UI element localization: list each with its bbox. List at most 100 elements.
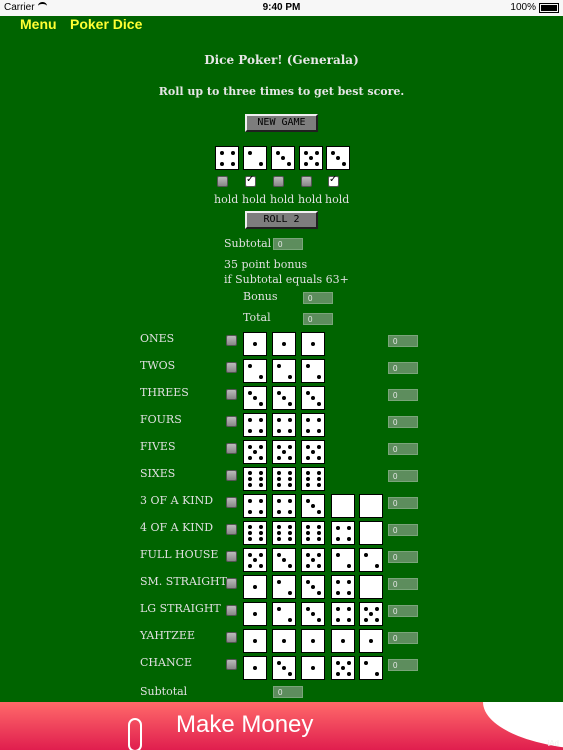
die-pip (258, 428, 263, 433)
category-score-field: 0 (388, 497, 418, 509)
bonus-label: Bonus (243, 290, 278, 303)
category-die[interactable] (243, 494, 267, 518)
die-pip (341, 666, 345, 670)
category-score-field: 0 (388, 632, 418, 644)
category-die[interactable] (272, 386, 296, 410)
die-pip (314, 161, 319, 166)
category-die[interactable] (243, 656, 267, 680)
roll-die-1[interactable] (215, 146, 239, 170)
category-die[interactable] (272, 440, 296, 464)
category-die[interactable] (331, 575, 355, 599)
category-die[interactable] (359, 629, 383, 653)
category-checkbox[interactable] (226, 362, 237, 373)
category-die[interactable] (272, 548, 296, 572)
category-die[interactable] (243, 467, 267, 491)
die-pip (282, 666, 286, 670)
category-checkbox[interactable] (226, 335, 237, 346)
category-die[interactable] (272, 332, 296, 356)
category-label: FOURS (140, 413, 182, 426)
category-die[interactable] (272, 575, 296, 599)
category-die[interactable] (331, 548, 355, 572)
category-die[interactable] (272, 359, 296, 383)
category-die[interactable] (272, 629, 296, 653)
category-die[interactable] (301, 440, 325, 464)
die-pip (276, 531, 281, 535)
new-game-button[interactable]: NEW GAME (245, 114, 318, 132)
category-die[interactable] (243, 602, 267, 626)
category-die[interactable] (359, 575, 383, 599)
category-die[interactable] (331, 656, 355, 680)
die-pip (258, 509, 263, 514)
die-pip (363, 552, 368, 557)
category-die[interactable] (301, 521, 325, 545)
category-die[interactable] (359, 602, 383, 626)
category-die[interactable] (301, 575, 325, 599)
die-pip (316, 428, 321, 433)
category-die[interactable] (301, 413, 325, 437)
category-checkbox[interactable] (226, 416, 237, 427)
category-checkbox[interactable] (226, 524, 237, 535)
category-die[interactable] (301, 629, 325, 653)
category-die[interactable] (272, 521, 296, 545)
hold-checkbox-4[interactable] (301, 176, 312, 187)
category-die[interactable] (243, 440, 267, 464)
hold-checkbox-2[interactable] (245, 174, 256, 187)
hold-checkbox-1[interactable] (217, 176, 228, 187)
category-die[interactable] (301, 494, 325, 518)
roll-die-3[interactable] (271, 146, 295, 170)
category-die[interactable] (331, 602, 355, 626)
category-checkbox[interactable] (226, 470, 237, 481)
category-checkbox[interactable] (226, 605, 237, 616)
category-die[interactable] (301, 332, 325, 356)
category-die[interactable] (243, 629, 267, 653)
menu-button[interactable]: Menu (20, 16, 57, 32)
ad-banner[interactable]: Make Money iAd (0, 702, 563, 750)
category-die[interactable] (301, 386, 325, 410)
category-die[interactable] (243, 521, 267, 545)
category-die[interactable] (301, 467, 325, 491)
poker-dice-button[interactable]: Poker Dice (70, 16, 142, 32)
category-die[interactable] (331, 629, 355, 653)
category-die[interactable] (243, 575, 267, 599)
category-checkbox[interactable] (226, 551, 237, 562)
die-pip (303, 150, 308, 155)
roll-die-4[interactable] (299, 146, 323, 170)
category-die[interactable] (243, 413, 267, 437)
die-pip (247, 563, 252, 568)
roll-die-2[interactable] (243, 146, 267, 170)
category-die[interactable] (272, 494, 296, 518)
category-checkbox[interactable] (226, 659, 237, 670)
category-die[interactable] (243, 359, 267, 383)
category-die[interactable] (331, 521, 355, 545)
die-pip (258, 498, 263, 503)
category-die[interactable] (301, 602, 325, 626)
roll-button[interactable]: ROLL 2 (245, 211, 318, 229)
category-checkbox[interactable] (226, 497, 237, 508)
category-die[interactable] (272, 656, 296, 680)
category-checkbox[interactable] (226, 632, 237, 643)
die-pip (311, 342, 315, 346)
category-checkbox[interactable] (226, 443, 237, 454)
category-die[interactable] (359, 656, 383, 680)
category-die[interactable] (359, 494, 383, 518)
die-pip (276, 606, 281, 611)
category-die[interactable] (243, 332, 267, 356)
hold-checkbox-5[interactable] (328, 174, 339, 187)
category-die[interactable] (243, 548, 267, 572)
category-die[interactable] (359, 521, 383, 545)
category-die[interactable] (272, 413, 296, 437)
category-die[interactable] (359, 548, 383, 572)
category-die[interactable] (301, 656, 325, 680)
category-die[interactable] (272, 467, 296, 491)
category-checkbox[interactable] (226, 389, 237, 400)
category-checkbox[interactable] (226, 578, 237, 589)
category-die[interactable] (243, 386, 267, 410)
category-die[interactable] (331, 494, 355, 518)
die-pip (335, 525, 340, 530)
die-pip (247, 537, 252, 542)
category-die[interactable] (272, 602, 296, 626)
roll-die-5[interactable] (326, 146, 350, 170)
hold-checkbox-3[interactable] (273, 176, 284, 187)
category-die[interactable] (301, 548, 325, 572)
category-die[interactable] (301, 359, 325, 383)
